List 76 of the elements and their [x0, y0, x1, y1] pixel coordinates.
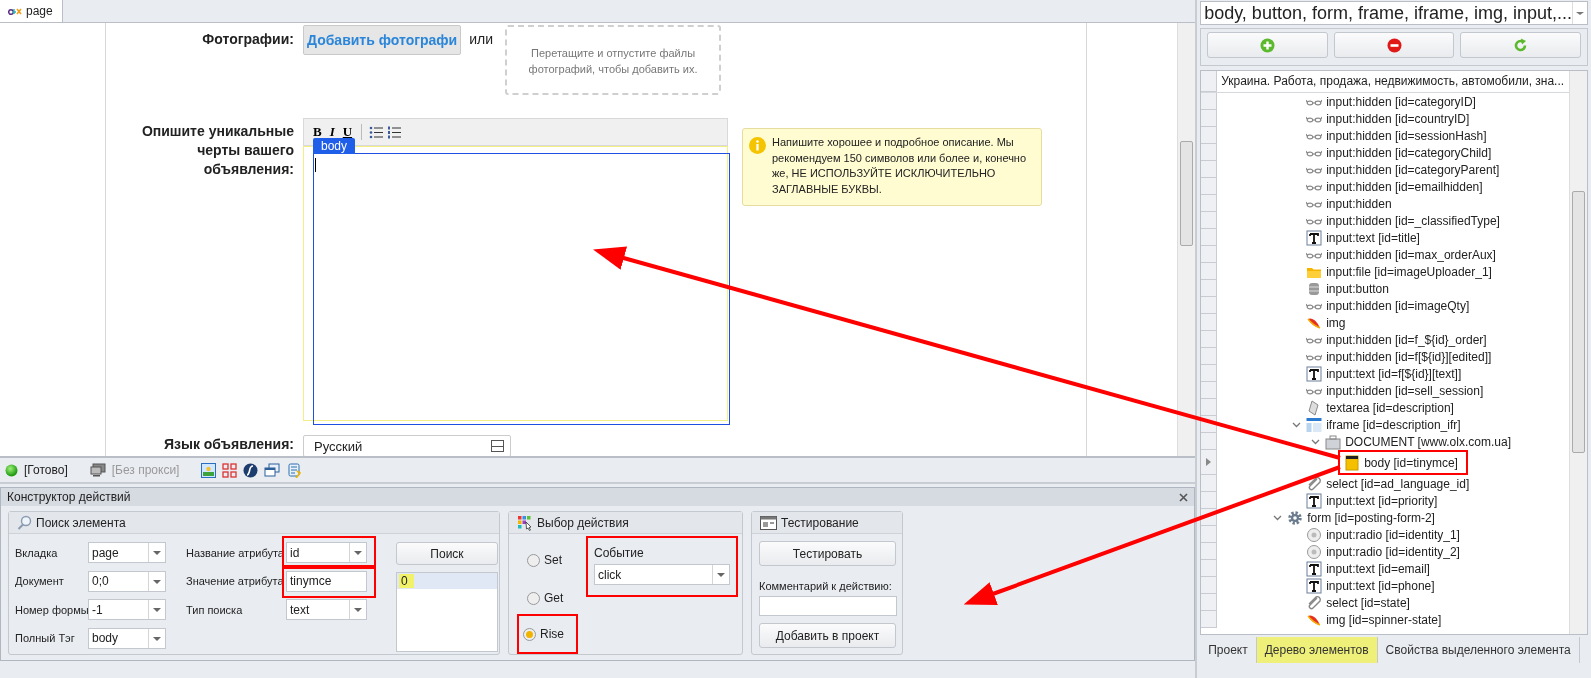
- tree-item[interactable]: select [id=ad_language_id]: [1306, 475, 1470, 492]
- tree-item[interactable]: DOCUMENT [www.olx.com.ua]: [1325, 433, 1511, 450]
- dropdown[interactable]: -1: [88, 599, 166, 620]
- format-button[interactable]: I: [327, 124, 337, 140]
- field-label: Событие: [594, 546, 645, 560]
- tree-item[interactable]: input:text [id=f[${id}][text]]: [1306, 365, 1462, 382]
- panel-tab[interactable]: Свойства выделенного элемента: [1377, 637, 1580, 663]
- tree-item[interactable]: iframe [id=description_ifr]: [1306, 416, 1461, 433]
- tree-item[interactable]: input:hidden [id=countryID]: [1306, 110, 1470, 127]
- dropdown[interactable]: page: [88, 542, 166, 563]
- field-label: Документ: [15, 575, 65, 587]
- field-label: Комментарий к действию:: [759, 580, 893, 592]
- add-to-project-button[interactable]: Добавить в проект: [759, 623, 896, 648]
- field-label: Фотографии:: [201, 30, 294, 49]
- group-title: Тестирование: [781, 515, 859, 530]
- tree-item[interactable]: input:button: [1306, 280, 1389, 297]
- tree-item[interactable]: input:text [id=phone]: [1306, 577, 1435, 594]
- field-label: Полный Тэг: [15, 632, 76, 644]
- tree-item[interactable]: input:hidden [id=max_orderAux]: [1306, 246, 1496, 263]
- tree-item[interactable]: input:hidden [id=categoryChild]: [1306, 144, 1492, 161]
- dropdown[interactable]: text: [286, 599, 367, 620]
- tree-item[interactable]: input:hidden [id=f_${id}_order]: [1306, 331, 1487, 348]
- tree-item[interactable]: img: [1306, 314, 1346, 331]
- radio-option[interactable]: Rise: [523, 626, 564, 642]
- panel-title: Конструктор действий: [7, 490, 131, 504]
- tree-header: Украина. Работа, продажа, недвижимость, автомобили, зна...: [1220, 73, 1565, 90]
- format-button[interactable]: B: [311, 124, 324, 140]
- field-label: Тип поиска: [186, 603, 244, 616]
- tree-item[interactable]: input:hidden [id=imageQty]: [1306, 297, 1470, 314]
- tree-item[interactable]: input:text [id=priority]: [1306, 492, 1438, 509]
- tree-item[interactable]: input:radio [id=identity_1]: [1306, 526, 1460, 543]
- panel-tab[interactable]: Дерево элементов: [1256, 637, 1378, 663]
- tree-item[interactable]: input:hidden: [1306, 195, 1392, 212]
- tree-item[interactable]: input:hidden [id=f[${id}][edited]]: [1306, 348, 1492, 365]
- status-text: [Готово]: [24, 463, 68, 477]
- or-text: или: [469, 31, 494, 47]
- tree-item[interactable]: textarea [id=description]: [1306, 399, 1454, 416]
- dropdown[interactable]: 0;0: [88, 570, 166, 592]
- panel-tab[interactable]: Проект: [1200, 637, 1257, 663]
- tag-filter-dropdown[interactable]: body, button, form, frame, iframe, img, input,...: [1200, 1, 1588, 25]
- tree-item[interactable]: form [id=posting-form-2]: [1287, 509, 1435, 526]
- field-label: Язык объявления:: [162, 435, 294, 454]
- field-label: Номер формы: [15, 603, 88, 616]
- test-button[interactable]: Тестировать: [759, 541, 896, 566]
- tree-item[interactable]: input:hidden [id=categoryParent]: [1306, 161, 1500, 178]
- tree-item[interactable]: input:file [id=imageUploader_1]: [1306, 263, 1492, 280]
- hint-text: Напишите хорошее и подробное описание. Мы рекомендуем 150 символов или более и, конечно же, НЕ ИСПОЛЬЗУЙТЕ ИСКЛЮЧИТЕЛЬНО ЗАГЛАВНЫЕ БУКВЫ.: [772, 135, 1028, 197]
- dropdown[interactable]: click: [594, 564, 730, 585]
- field-label: Значение атрибута: [186, 575, 285, 587]
- field-label: Вкладка: [15, 546, 59, 559]
- tree-item[interactable]: input:text [id=email]: [1306, 560, 1430, 577]
- group-title: Поиск элемента: [36, 515, 126, 530]
- search-button[interactable]: Поиск: [396, 542, 498, 565]
- radio-option[interactable]: Set: [527, 552, 574, 568]
- proxy-text: [Без прокси]: [111, 463, 180, 477]
- tree-item[interactable]: input:hidden [id=sessionHash]: [1306, 127, 1487, 144]
- tree-item[interactable]: input:hidden [id=_classifiedType]: [1306, 212, 1500, 229]
- tree-item[interactable]: input:radio [id=identity_2]: [1306, 543, 1460, 560]
- browser-tab[interactable]: page: [0, 0, 63, 22]
- tree-item[interactable]: input:text [id=title]: [1306, 229, 1420, 246]
- tree-item[interactable]: input:hidden [id=categoryID]: [1306, 93, 1476, 110]
- tree-item[interactable]: select [id=state]: [1306, 594, 1410, 611]
- element-tag: body: [313, 138, 356, 154]
- format-button[interactable]: U: [340, 124, 355, 140]
- field-label: Опишите уникальные черты вашего объявления:: [140, 122, 294, 179]
- group-title: Выбор действия: [537, 515, 629, 530]
- photo-dropzone[interactable]: Перетащите и отпустите файлы фотографий, чтобы добавить их.: [505, 25, 722, 95]
- input-field[interactable]: tinymce: [286, 570, 367, 592]
- language-select[interactable]: Русский: [303, 435, 511, 456]
- dropdown[interactable]: body: [88, 627, 166, 649]
- dropdown[interactable]: id: [286, 542, 367, 563]
- result-item[interactable]: 0: [397, 573, 497, 589]
- tree-item[interactable]: input:hidden [id=sell_session]: [1306, 382, 1484, 399]
- tree-item[interactable]: img [id=spinner-state]: [1306, 611, 1442, 628]
- tree-item[interactable]: input:hidden [id=emailhidden]: [1306, 178, 1483, 195]
- radio-option[interactable]: Get: [527, 590, 574, 606]
